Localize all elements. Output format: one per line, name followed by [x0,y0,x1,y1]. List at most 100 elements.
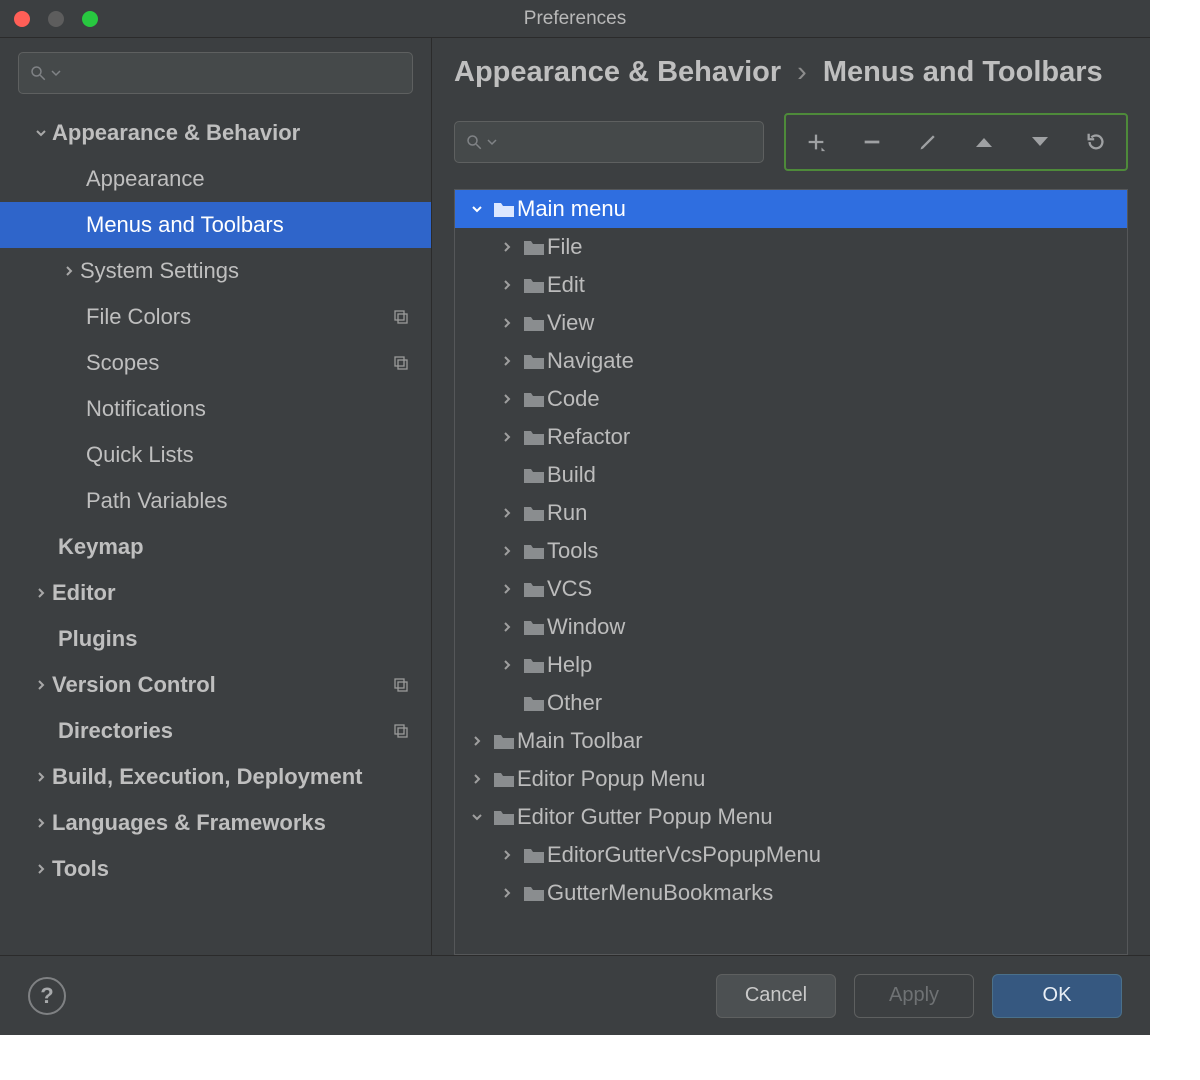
sidebar-item-label: Appearance & Behavior [52,120,300,146]
chevron-right-icon [30,863,52,875]
apply-button[interactable]: Apply [854,974,974,1018]
zoom-button[interactable] [82,11,98,27]
tree-item-label: Window [547,614,625,640]
sidebar-item-directories[interactable]: Directories [0,708,431,754]
reset-button[interactable] [1080,126,1112,158]
sidebar-item-version-control[interactable]: Version Control [0,662,431,708]
sidebar-item-notifications[interactable]: Notifications [0,386,431,432]
sidebar-item-label: Directories [58,718,173,744]
tree-item-gutter-popup[interactable]: Editor Gutter Popup Menu [455,798,1127,836]
sidebar-item-appearance-behavior[interactable]: Appearance & Behavior [0,110,431,156]
sidebar-item-label: Quick Lists [86,442,194,468]
sidebar-item-label: Tools [52,856,109,882]
sidebar-item-label: Plugins [58,626,137,652]
sidebar-search[interactable] [18,52,413,94]
folder-icon [521,238,547,256]
tree-item-navigate[interactable]: Navigate [455,342,1127,380]
add-button[interactable] [800,126,832,158]
tree-item-help[interactable]: Help [455,646,1127,684]
folder-icon [521,352,547,370]
dropdown-caret-icon [51,68,61,78]
tree-item-label: Code [547,386,600,412]
chevron-down-icon [30,127,52,139]
sidebar-item-menus-toolbars[interactable]: Menus and Toolbars [0,202,431,248]
tree-item-other[interactable]: Other [455,684,1127,722]
chevron-right-icon [497,355,517,367]
edit-button[interactable] [912,126,944,158]
sidebar-item-languages-frameworks[interactable]: Languages & Frameworks [0,800,431,846]
chevron-right-icon [497,317,517,329]
tree-item-label: Build [547,462,596,488]
sidebar-item-label: Languages & Frameworks [52,810,326,836]
folder-icon [491,808,517,826]
chevron-right-icon [30,771,52,783]
sidebar-item-scopes[interactable]: Scopes [0,340,431,386]
search-icon [465,133,483,151]
sidebar-item-editor[interactable]: Editor [0,570,431,616]
close-button[interactable] [14,11,30,27]
sidebar-item-label: File Colors [86,304,191,330]
move-down-button[interactable] [1024,126,1056,158]
search-icon [29,64,47,82]
sidebar-item-path-variables[interactable]: Path Variables [0,478,431,524]
tree-item-editor-popup[interactable]: Editor Popup Menu [455,760,1127,798]
tree-item-refactor[interactable]: Refactor [455,418,1127,456]
chevron-right-icon: › [797,56,807,89]
chevron-down-icon [467,203,487,215]
sidebar-item-label: Editor [52,580,116,606]
chevron-right-icon [497,583,517,595]
sidebar-item-plugins[interactable]: Plugins [0,616,431,662]
tree-item-main-menu[interactable]: Main menu [455,190,1127,228]
tree-item-vcs[interactable]: VCS [455,570,1127,608]
help-button[interactable]: ? [28,977,66,1015]
tree-item-build[interactable]: Build [455,456,1127,494]
main-search-input[interactable] [501,132,753,153]
tree-panel[interactable]: Main menu File Edit View [454,189,1128,955]
sidebar-search-input[interactable] [65,63,402,84]
chevron-right-icon [497,545,517,557]
project-level-icon [393,309,409,325]
sidebar: Appearance & Behavior Appearance Menus a… [0,38,432,955]
tree-item-tools[interactable]: Tools [455,532,1127,570]
chevron-right-icon [497,507,517,519]
sidebar-item-label: Notifications [86,396,206,422]
titlebar: Preferences [0,0,1150,38]
sidebar-item-quick-lists[interactable]: Quick Lists [0,432,431,478]
tree-item-label: File [547,234,582,260]
chevron-right-icon [497,279,517,291]
folder-icon [521,428,547,446]
minimize-button[interactable] [48,11,64,27]
toolbar-row [454,113,1128,171]
ok-button[interactable]: OK [992,974,1122,1018]
sidebar-item-keymap[interactable]: Keymap [0,524,431,570]
tree-item-view[interactable]: View [455,304,1127,342]
tree-item-window[interactable]: Window [455,608,1127,646]
sidebar-item-tools[interactable]: Tools [0,846,431,892]
tree-item-gutter-vcs-popup[interactable]: EditorGutterVcsPopupMenu [455,836,1127,874]
folder-icon [521,390,547,408]
tree-item-label: Main menu [517,196,626,222]
sidebar-item-system-settings[interactable]: System Settings [0,248,431,294]
tree-item-label: GutterMenuBookmarks [547,880,773,906]
move-up-button[interactable] [968,126,1000,158]
project-level-icon [393,723,409,739]
sidebar-item-file-colors[interactable]: File Colors [0,294,431,340]
cancel-button[interactable]: Cancel [716,974,836,1018]
sidebar-item-label: Build, Execution, Deployment [52,764,362,790]
tree-item-label: EditorGutterVcsPopupMenu [547,842,821,868]
sidebar-item-appearance[interactable]: Appearance [0,156,431,202]
chevron-right-icon [497,393,517,405]
tree-item-edit[interactable]: Edit [455,266,1127,304]
tree-item-label: Main Toolbar [517,728,643,754]
tree-item-gutter-bookmarks[interactable]: GutterMenuBookmarks [455,874,1127,912]
tree-item-main-toolbar[interactable]: Main Toolbar [455,722,1127,760]
breadcrumb-root[interactable]: Appearance & Behavior [454,56,781,89]
sidebar-item-build-exec-deploy[interactable]: Build, Execution, Deployment [0,754,431,800]
sidebar-item-label: Path Variables [86,488,227,514]
tree-item-code[interactable]: Code [455,380,1127,418]
folder-icon [521,580,547,598]
tree-item-run[interactable]: Run [455,494,1127,532]
main-search[interactable] [454,121,764,163]
tree-item-file[interactable]: File [455,228,1127,266]
remove-button[interactable] [856,126,888,158]
